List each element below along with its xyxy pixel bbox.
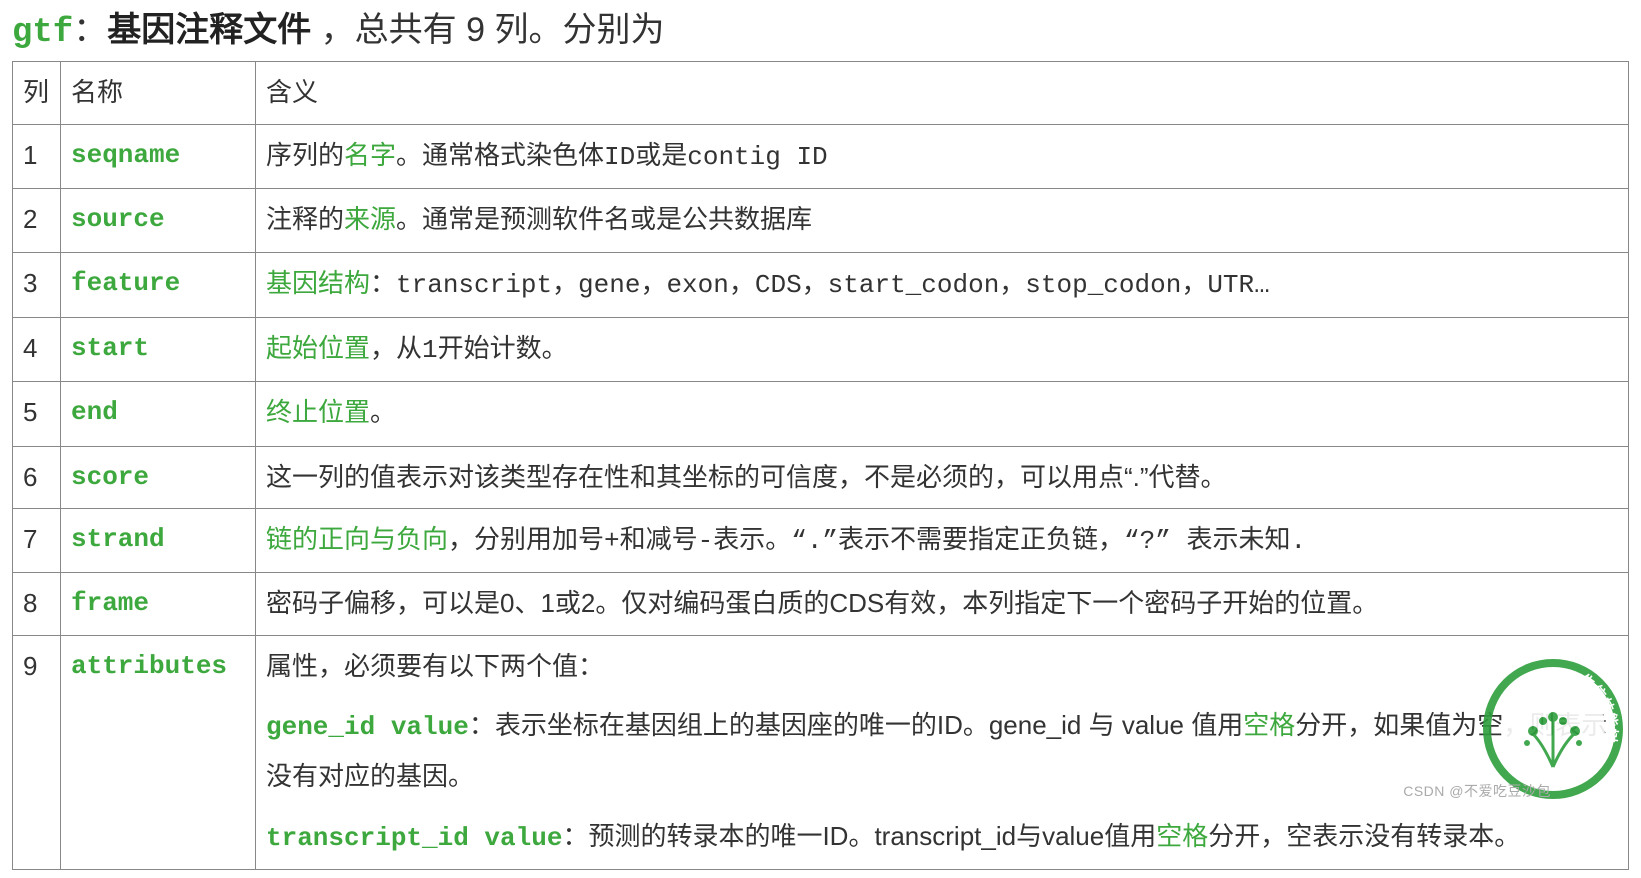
col-name: strand	[61, 508, 256, 572]
page-title: gtf：基因注释文件 ，总共有 9 列。分别为	[12, 8, 1629, 55]
col-name: seqname	[61, 124, 256, 188]
table-row: 7strand链的正向与负向，分别用加号+和减号-表示。“.”表示不需要指定正负…	[13, 508, 1629, 572]
col-meaning: 这一列的值表示对该类型存在性和其坐标的可信度，不是必须的，可以用点“.”代替。	[256, 446, 1629, 508]
table-row: 4start起始位置，从1开始计数。	[13, 317, 1629, 381]
col-name: feature	[61, 253, 256, 317]
highlight: 起始位置	[266, 333, 370, 363]
table-row: 8frame密码子偏移，可以是0、1或2。仅对编码蛋白质的CDS有效，本列指定下…	[13, 573, 1629, 635]
col-index: 4	[13, 317, 61, 381]
title-prefix: gtf	[12, 14, 73, 52]
col-index: 5	[13, 382, 61, 446]
col-index: 3	[13, 253, 61, 317]
highlight: 终止位置	[266, 397, 370, 427]
col-name: start	[61, 317, 256, 381]
col-index: 1	[13, 124, 61, 188]
highlight: 来源	[344, 204, 396, 234]
col-name: attributes	[61, 635, 256, 870]
table-row: 6score这一列的值表示对该类型存在性和其坐标的可信度，不是必须的，可以用点“…	[13, 446, 1629, 508]
col-meaning: 属性，必须要有以下两个值：gene_id value：表示坐标在基因组上的基因座…	[256, 635, 1629, 870]
highlight: 名字	[344, 140, 396, 170]
col-meaning: 起始位置，从1开始计数。	[256, 317, 1629, 381]
highlight: 空格	[1243, 710, 1295, 740]
brand-logo: 生信技能树	[1483, 659, 1623, 799]
table-row: 5end终止位置。	[13, 382, 1629, 446]
watermark: CSDN @不爱吃豆沙包	[1403, 781, 1551, 801]
table-row: 1seqname序列的名字。通常格式染色体ID或是contig ID	[13, 124, 1629, 188]
th-meaning: 含义	[256, 62, 1629, 124]
col-meaning: 终止位置。	[256, 382, 1629, 446]
highlight: 链的正向与负向	[266, 524, 448, 554]
table-header-row: 列 名称 含义	[13, 62, 1629, 124]
col-index: 8	[13, 573, 61, 635]
table-row: 2source注释的来源。通常是预测软件名或是公共数据库	[13, 188, 1629, 252]
col-index: 9	[13, 635, 61, 870]
col-index: 2	[13, 188, 61, 252]
col-meaning: 链的正向与负向，分别用加号+和减号-表示。“.”表示不需要指定正负链，“?” 表…	[256, 508, 1629, 572]
col-meaning: 序列的名字。通常格式染色体ID或是contig ID	[256, 124, 1629, 188]
col-name: frame	[61, 573, 256, 635]
col-meaning: 注释的来源。通常是预测软件名或是公共数据库	[256, 188, 1629, 252]
attr-key: gene_id value	[266, 712, 469, 742]
table-row: 9attributes属性，必须要有以下两个值：gene_id value：表示…	[13, 635, 1629, 870]
title-rest: ，总共有 9 列。分别为	[311, 11, 664, 49]
table-row: 3feature基因结构：transcript，gene，exon，CDS，st…	[13, 253, 1629, 317]
gtf-columns-table: 列 名称 含义 1seqname序列的名字。通常格式染色体ID或是contig …	[12, 61, 1629, 870]
attr-key: transcript_id value	[266, 823, 562, 853]
col-name: source	[61, 188, 256, 252]
col-name: score	[61, 446, 256, 508]
col-meaning: 基因结构：transcript，gene，exon，CDS，start_codo…	[256, 253, 1629, 317]
highlight: 基因结构	[266, 268, 370, 298]
highlight: 空格	[1156, 821, 1208, 851]
col-index: 7	[13, 508, 61, 572]
col-name: end	[61, 382, 256, 446]
col-index: 6	[13, 446, 61, 508]
th-col: 列	[13, 62, 61, 124]
title-bold: 基因注释文件	[107, 11, 311, 49]
col-meaning: 密码子偏移，可以是0、1或2。仅对编码蛋白质的CDS有效，本列指定下一个密码子开…	[256, 573, 1629, 635]
th-name: 名称	[61, 62, 256, 124]
